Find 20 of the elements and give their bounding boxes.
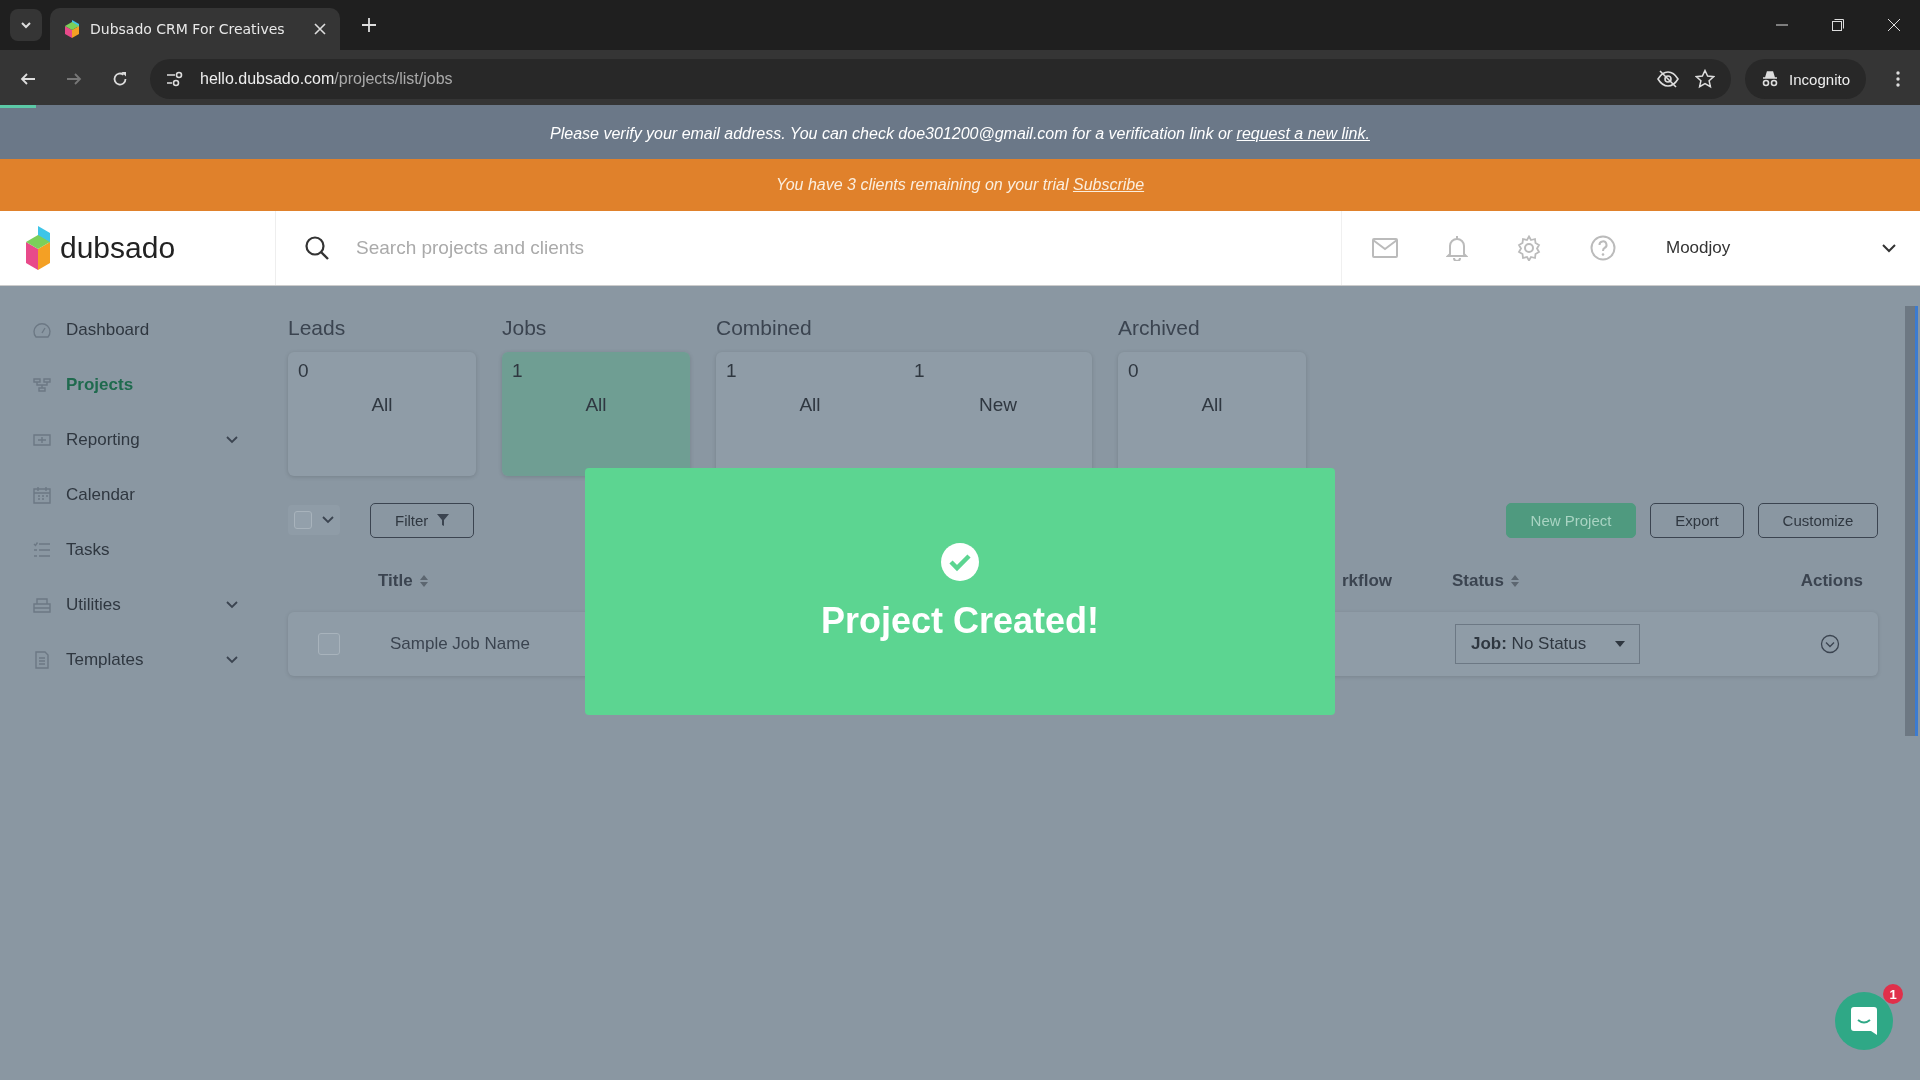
notification-badge: 1 <box>1883 984 1903 1004</box>
group-title: Jobs <box>502 316 548 340</box>
card-count: 1 <box>726 360 738 382</box>
card-label: All <box>799 394 821 416</box>
card-count: 0 <box>298 360 310 382</box>
group-title: Combined <box>716 316 813 340</box>
card-count: 1 <box>512 360 524 382</box>
card-label: All <box>585 394 607 416</box>
card-count: 0 <box>1128 360 1140 382</box>
trial-message: You have 3 clients remaining on your trial Subscribe <box>775 176 1145 194</box>
card-count: 1 <box>914 360 926 382</box>
card-label: All <box>1201 394 1223 416</box>
verify-message: Please verify your email address. You can check doe301200@gmail.com for a verification link or request a new link. <box>550 124 1370 143</box>
dialog-title: Project Created! <box>820 600 1100 642</box>
group-title: Archived <box>1118 316 1201 340</box>
logo-text: dubsado <box>60 231 176 265</box>
card-label: New <box>979 394 1017 416</box>
job-title: Sample Job Name <box>389 634 531 654</box>
group-title: Leads <box>288 316 347 340</box>
card-label: All <box>371 394 393 416</box>
